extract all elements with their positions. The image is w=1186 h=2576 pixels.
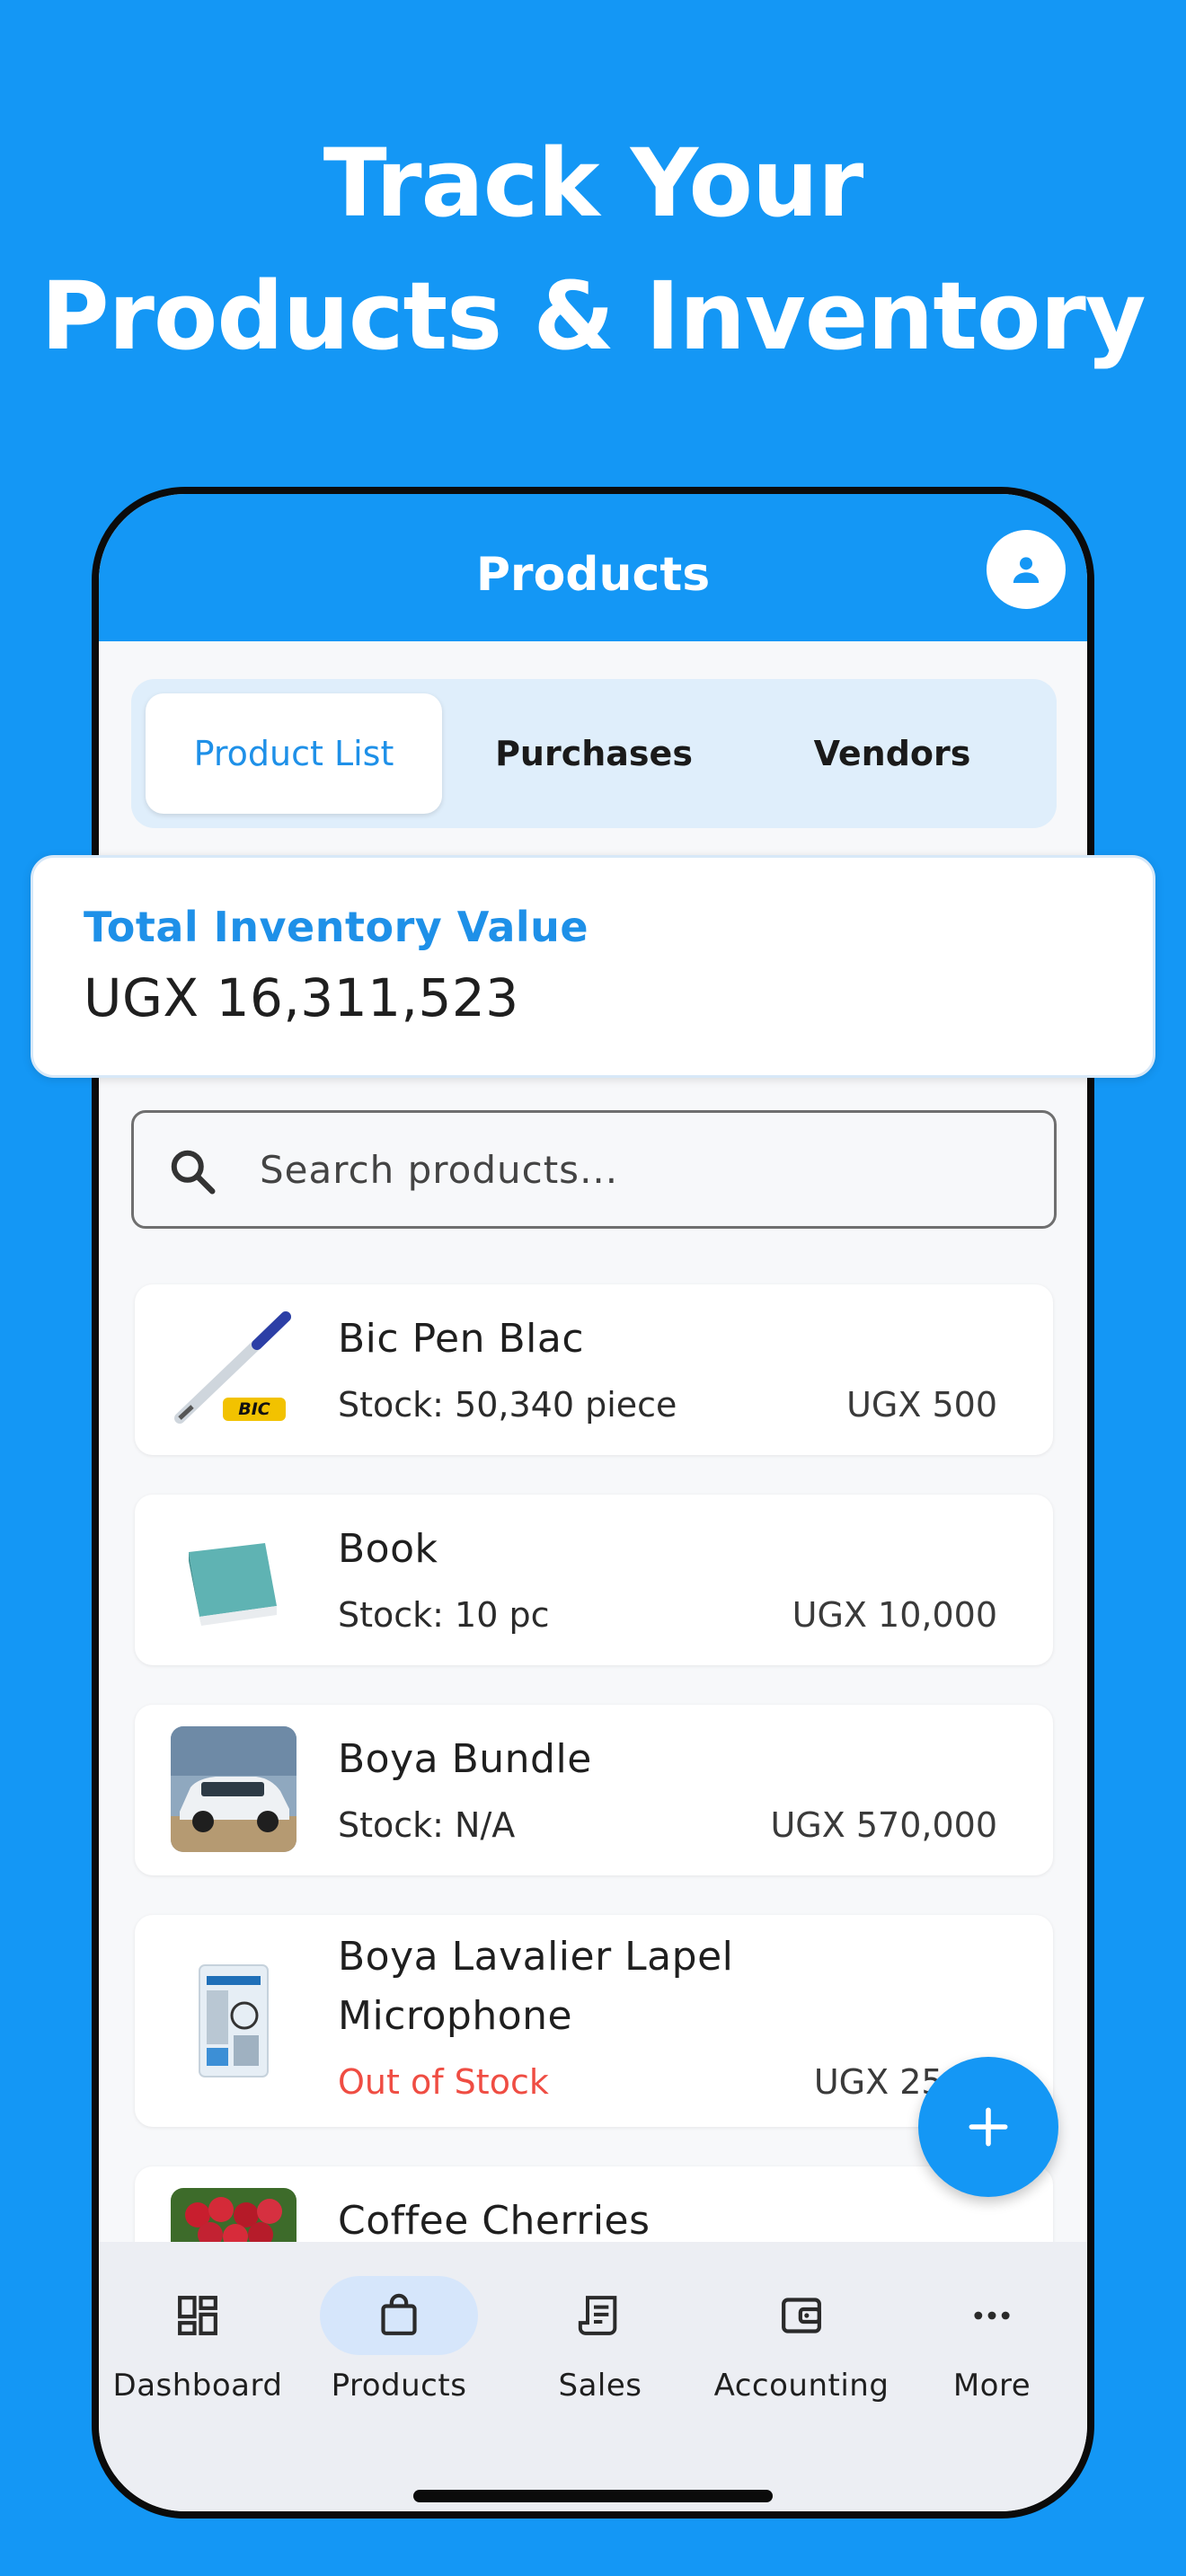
inventory-value-amount: UGX 16,311,523 (84, 967, 519, 1028)
wallet-icon (782, 2298, 821, 2333)
headline-line-2: Products & Inventory (40, 261, 1146, 371)
product-image-microphone-package (171, 1958, 296, 2084)
dashboard-icon (178, 2296, 217, 2335)
out-of-stock-label: Out of Stock (338, 2062, 549, 2102)
inventory-value-card: Total Inventory Value UGX 16,311,523 (31, 855, 1155, 1078)
app-bar: Products (99, 494, 1087, 641)
nav-label: Sales (558, 2368, 642, 2404)
home-indicator (413, 2490, 773, 2502)
product-card[interactable]: BIC Bic Pen Blac Stock: 50,340 piece UGX… (135, 1284, 1053, 1455)
nav-label: More (952, 2368, 1031, 2404)
tab-bar: Product List Purchases Vendors (131, 679, 1057, 828)
inventory-value-label: Total Inventory Value (84, 903, 589, 951)
plus-icon (969, 2107, 1008, 2147)
product-price: UGX 500 (846, 1385, 997, 1425)
search-input[interactable] (260, 1140, 1014, 1199)
product-name: Boya Bundle (338, 1736, 592, 1782)
tab-vendors[interactable]: Vendors (744, 693, 1040, 814)
page-title: Products (475, 548, 711, 602)
product-price: UGX 10,000 (792, 1595, 997, 1635)
tab-purchases[interactable]: Purchases (446, 693, 742, 814)
product-card[interactable]: Boya Lavalier Lapel Microphone Out of St… (135, 1915, 1053, 2127)
nav-label: Dashboard (112, 2368, 283, 2404)
product-name-line-2: Microphone (338, 1993, 573, 2039)
headline-line-1: Track Your (323, 128, 864, 238)
receipt-icon (578, 2296, 617, 2335)
shopping-bag-icon (381, 2293, 417, 2335)
more-dots-icon (974, 2311, 1010, 2320)
product-name: Bic Pen Blac (338, 1316, 585, 1362)
search-box (131, 1110, 1057, 1229)
product-stock: Stock: 10 pc (338, 1595, 550, 1635)
product-name-line-1: Boya Lavalier Lapel (338, 1934, 734, 1980)
product-card[interactable]: Book Stock: 10 pc UGX 10,000 (135, 1495, 1053, 1665)
profile-button[interactable] (987, 530, 1066, 609)
bottom-navigation: Dashboard Products Sales Accounting More (99, 2242, 1087, 2511)
phone-frame: Products Product List Purchases Vendors (92, 487, 1094, 2519)
product-image-pen: BIC (171, 1306, 296, 1432)
nav-label: Accounting (713, 2368, 890, 2404)
person-icon (1013, 557, 1040, 583)
product-card[interactable]: Boya Bundle Stock: N/A UGX 570,000 (135, 1705, 1053, 1875)
nav-label: Products (331, 2368, 467, 2404)
product-stock: Stock: 50,340 piece (338, 1385, 677, 1425)
svg-text:BIC: BIC (238, 1399, 270, 1419)
product-image-book (171, 1516, 296, 1642)
tab-product-list[interactable]: Product List (146, 693, 442, 814)
product-stock: Stock: N/A (338, 1805, 516, 1845)
add-product-button[interactable] (918, 2057, 1058, 2197)
product-name: Book (338, 1526, 438, 1572)
product-price: UGX 570,000 (770, 1805, 997, 1845)
product-image-car (171, 1726, 296, 1852)
search-icon (171, 1150, 216, 1195)
marketing-headline: Track Your Products & Inventory (0, 117, 1186, 383)
